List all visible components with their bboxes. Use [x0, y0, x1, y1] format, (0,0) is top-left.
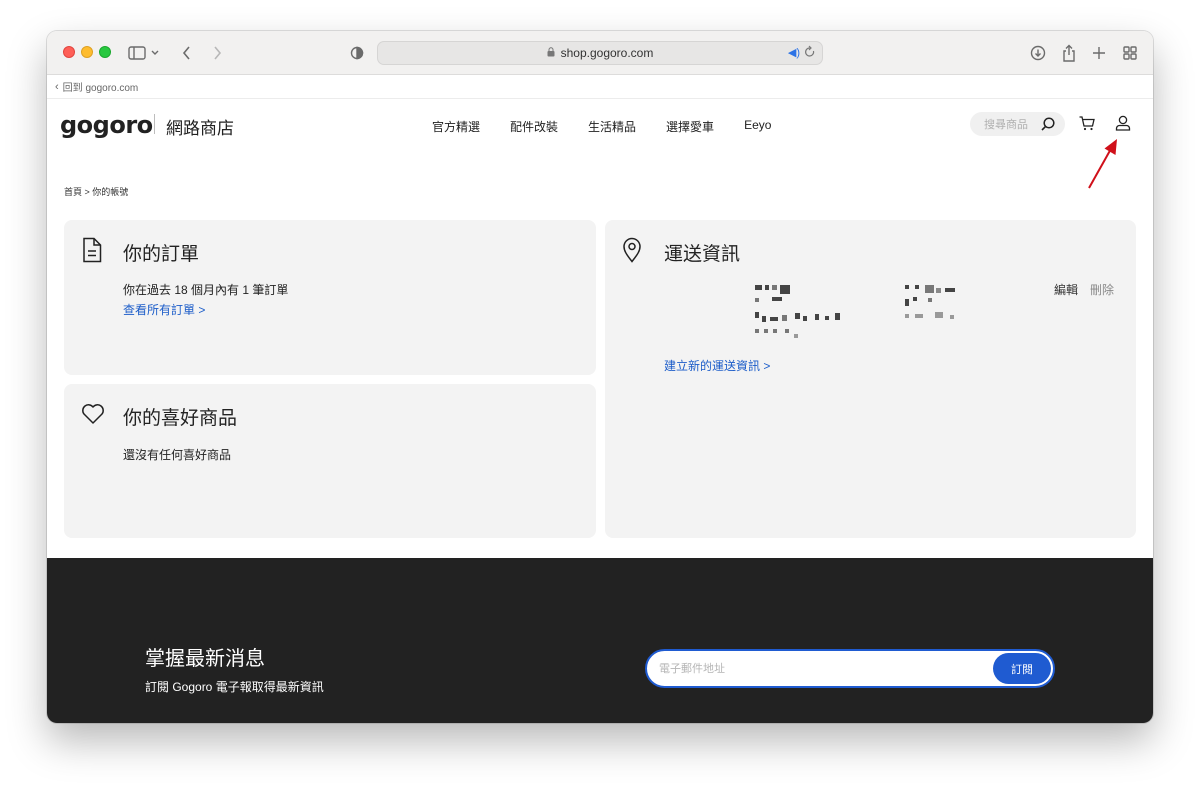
breadcrumb[interactable]: 首頁 > 你的帳號 [64, 185, 128, 198]
search-icon[interactable] [1040, 116, 1056, 135]
browser-window: shop.gogoro.com ◀) ‹ 回到 gogoro.com gogor… [47, 31, 1153, 723]
shipping-card: 運送資訊 編輯 刪除 建立新的運送資訊 > [605, 220, 1136, 538]
new-shipping-info-link[interactable]: 建立新的運送資訊 > [664, 357, 770, 374]
nav-item-official-picks[interactable]: 官方精選 [432, 118, 480, 135]
downloads-icon[interactable] [1027, 42, 1049, 64]
new-tab-plus-icon[interactable] [1088, 42, 1110, 64]
annotation-arrow-icon [1088, 139, 1117, 189]
reload-icon[interactable] [804, 45, 816, 62]
view-all-orders-link[interactable]: 查看所有訂單 > [123, 301, 205, 318]
location-pin-icon [622, 237, 642, 268]
subscribe-button[interactable]: 訂閱 [993, 653, 1051, 684]
heart-icon [81, 403, 105, 430]
nav-item-eeyo[interactable]: Eeyo [744, 118, 771, 135]
url-text: shop.gogoro.com [560, 46, 654, 60]
newsletter-form: 訂閱 [645, 649, 1055, 688]
redacted-address [710, 272, 1030, 352]
favorites-card: 你的喜好商品 還沒有任何喜好商品 [64, 384, 596, 538]
privacy-shield-icon[interactable] [346, 42, 368, 64]
delete-address-button[interactable]: 刪除 [1090, 281, 1114, 298]
sidebar-icon[interactable] [126, 42, 148, 64]
nav-item-lifestyle[interactable]: 生活精品 [588, 118, 636, 135]
main-nav: 官方精選 配件改裝 生活精品 選擇愛車 Eeyo [432, 118, 771, 135]
favorites-empty-text: 還沒有任何喜好商品 [123, 448, 232, 462]
document-icon [81, 237, 103, 268]
share-icon[interactable] [1058, 42, 1080, 64]
favorites-title: 你的喜好商品 [123, 408, 238, 429]
back-to-site-bar[interactable]: ‹ 回到 gogoro.com [47, 75, 1153, 99]
shipping-actions: 編輯 刪除 [1054, 281, 1114, 298]
chevron-down-icon[interactable] [148, 42, 162, 64]
minimize-window-button[interactable] [81, 46, 93, 58]
audio-playing-icon[interactable]: ◀) [788, 46, 800, 59]
newsletter-subtitle: 訂閱 Gogoro 電子報取得最新資訊 [145, 680, 324, 694]
search-placeholder: 搜尋商品 [984, 119, 1028, 131]
chevron-left-icon: ‹ [55, 80, 59, 93]
account-icon[interactable] [1114, 114, 1132, 137]
shipping-title: 運送資訊 [664, 244, 741, 265]
newsletter-title: 掌握最新消息 [145, 648, 265, 670]
orders-title: 你的訂單 [123, 244, 200, 265]
cart-icon[interactable] [1078, 114, 1096, 137]
back-to-site-link[interactable]: 回到 gogoro.com [63, 79, 139, 94]
site-header: gogoro 網路商店 官方精選 配件改裝 生活精品 選擇愛車 Eeyo 搜尋商… [47, 99, 1153, 155]
nav-item-choose-scooter[interactable]: 選擇愛車 [666, 118, 714, 135]
gogoro-logo[interactable]: gogoro [60, 111, 153, 139]
address-bar[interactable]: shop.gogoro.com ◀) [377, 41, 823, 65]
lock-icon [547, 46, 555, 60]
forward-arrow-icon[interactable] [206, 42, 228, 64]
newsletter-footer: 掌握最新消息 訂閱 Gogoro 電子報取得最新資訊 訂閱 [47, 558, 1153, 723]
shop-title[interactable]: 網路商店 [166, 114, 234, 139]
close-window-button[interactable] [63, 46, 75, 58]
browser-toolbar: shop.gogoro.com ◀) [47, 31, 1153, 75]
orders-summary: 你在過去 18 個月內有 1 筆訂單 [123, 283, 289, 297]
zoom-window-button[interactable] [99, 46, 111, 58]
email-field[interactable] [659, 659, 979, 679]
back-arrow-icon[interactable] [176, 42, 198, 64]
tab-overview-icon[interactable] [1119, 42, 1141, 64]
edit-address-button[interactable]: 編輯 [1054, 281, 1078, 298]
logo-divider [154, 114, 155, 134]
nav-item-accessories[interactable]: 配件改裝 [510, 118, 558, 135]
search-input[interactable]: 搜尋商品 [970, 112, 1065, 136]
orders-card: 你的訂單 你在過去 18 個月內有 1 筆訂單 查看所有訂單 > [64, 220, 596, 375]
